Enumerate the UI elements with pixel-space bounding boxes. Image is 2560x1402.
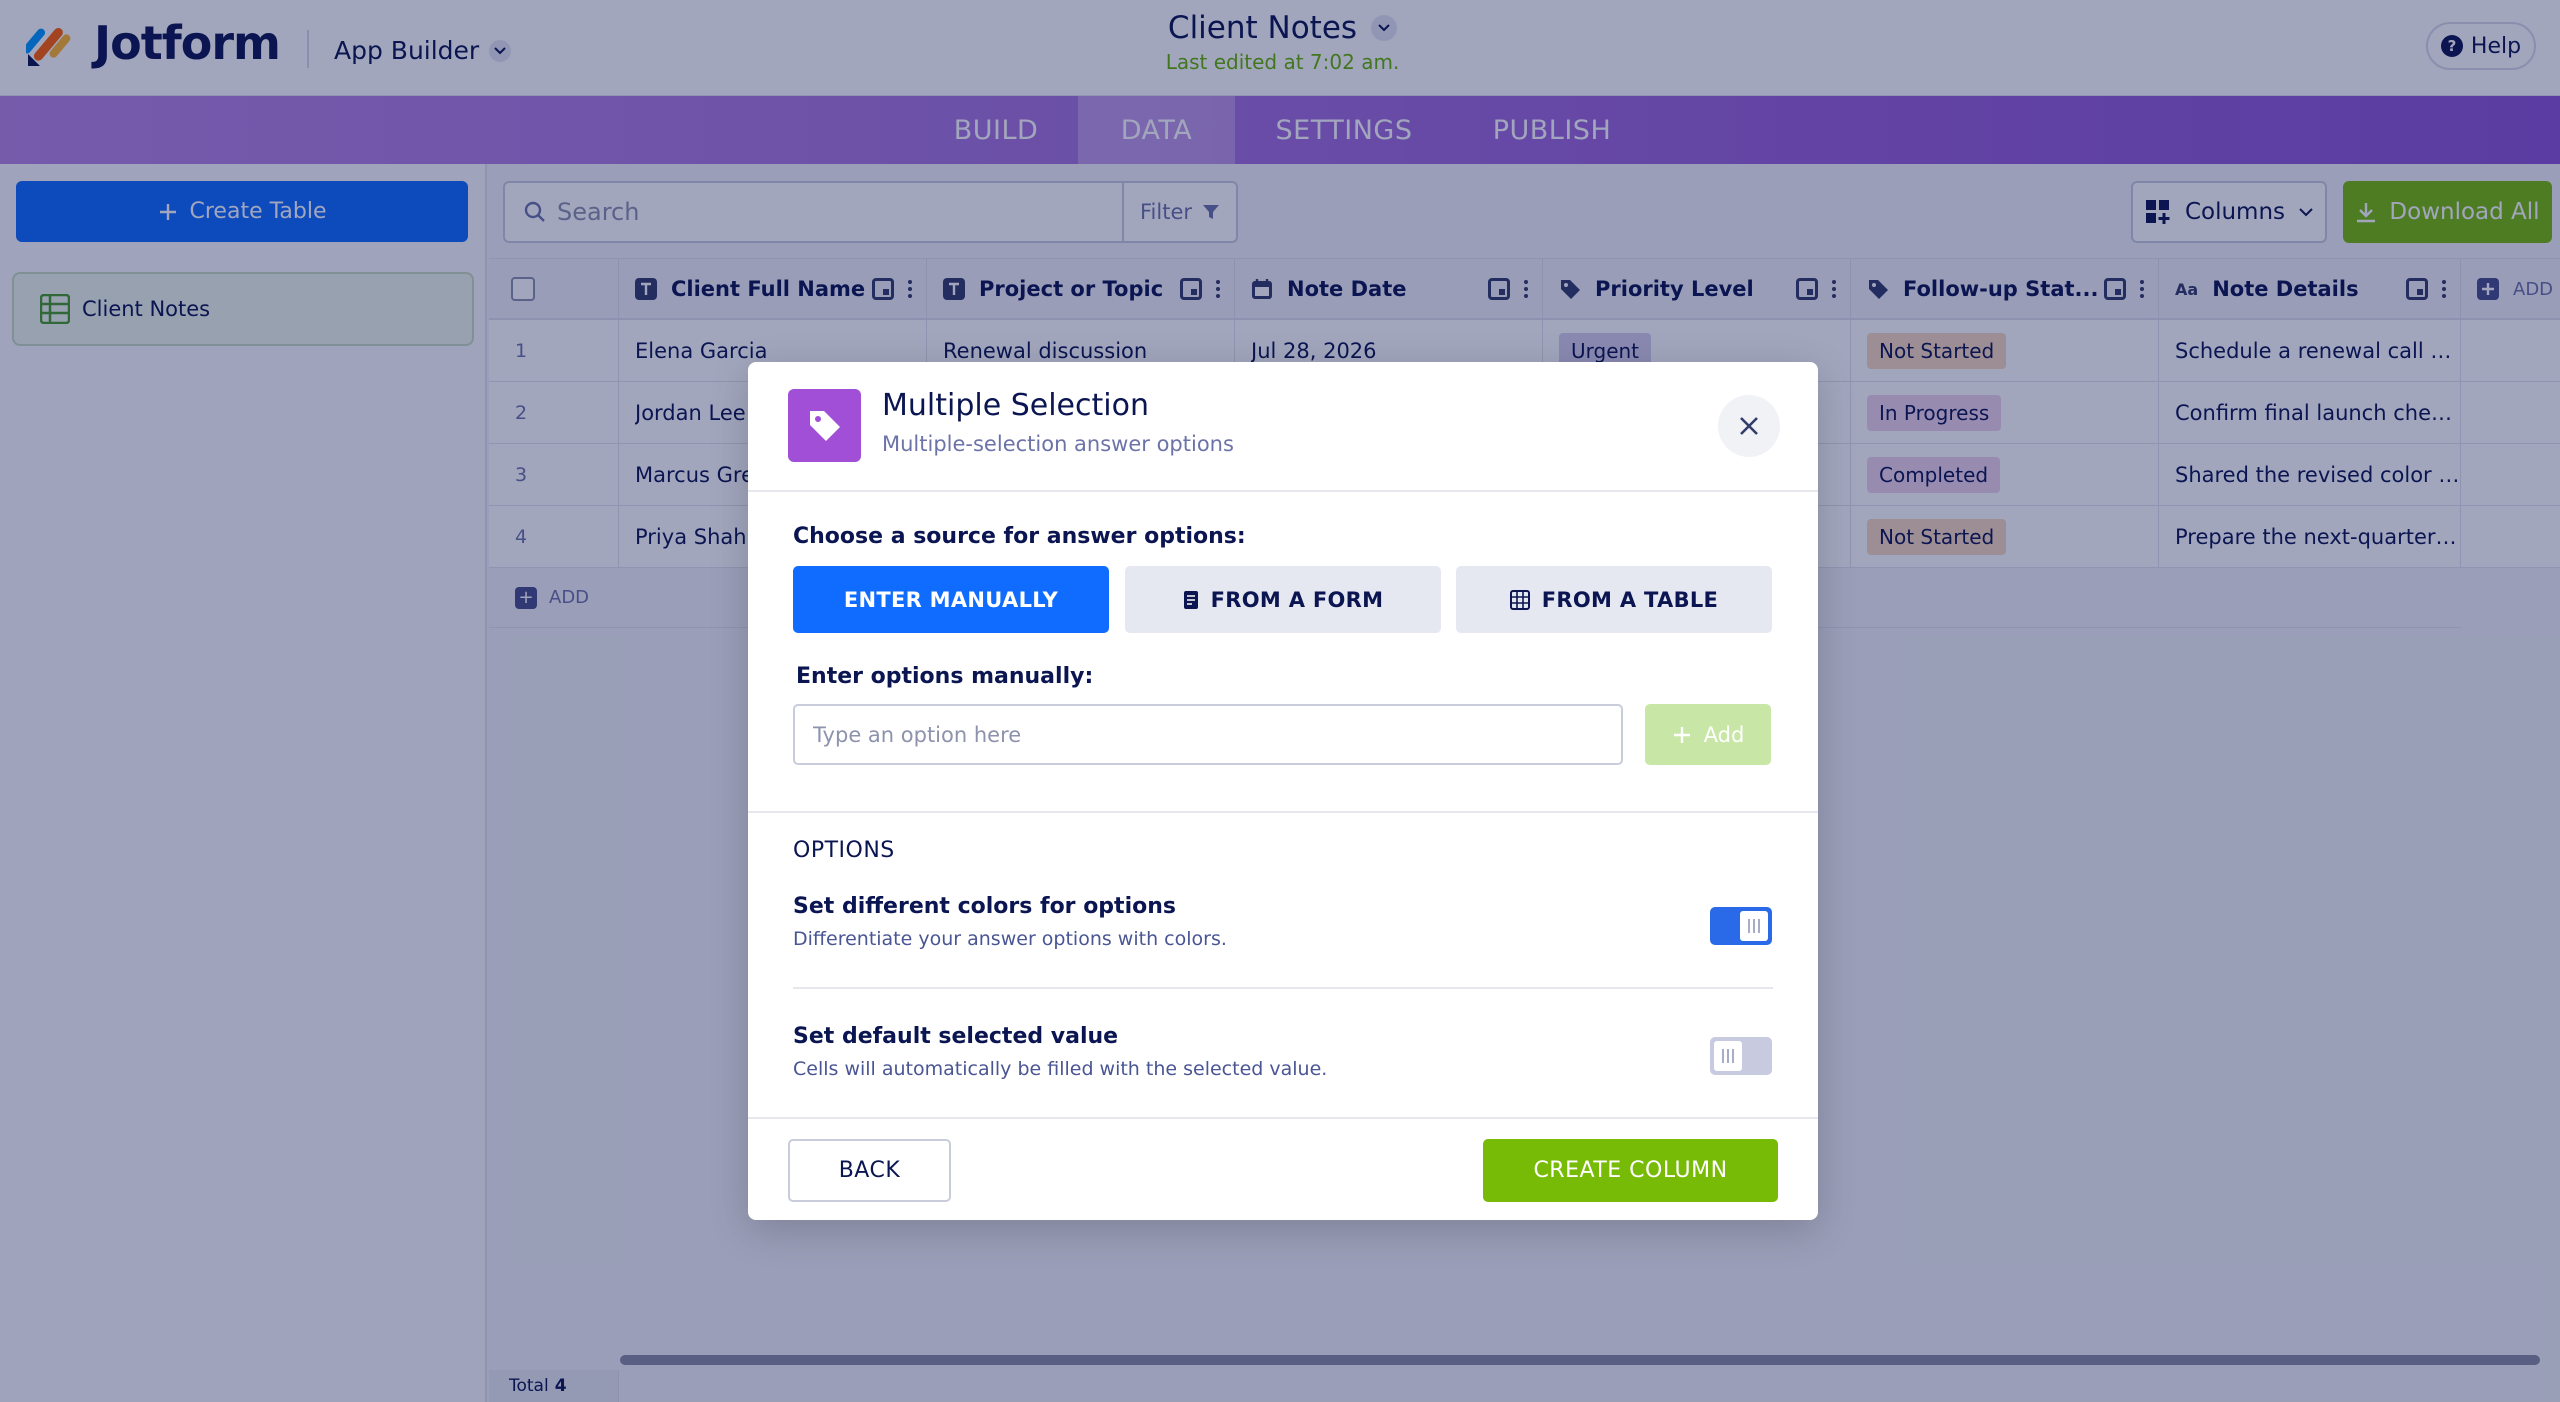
enter-manually-label: ENTER MANUALLY: [843, 587, 1059, 612]
enter-manually-button[interactable]: ENTER MANUALLY: [793, 566, 1109, 633]
back-label: BACK: [838, 1158, 901, 1183]
back-button[interactable]: BACK: [788, 1139, 951, 1202]
from-a-form-button[interactable]: FROM A FORM: [1125, 566, 1441, 633]
dialog-footer: BACK CREATE COLUMN: [748, 1117, 1818, 1220]
toggle-knob: [1740, 911, 1768, 941]
setting-colors-desc: Differentiate your answer options with c…: [793, 928, 1227, 950]
create-column-button[interactable]: CREATE COLUMN: [1483, 1139, 1778, 1202]
create-column-label: CREATE COLUMN: [1533, 1158, 1728, 1183]
dialog-title: Multiple Selection: [882, 388, 1149, 423]
plus-icon: [1673, 726, 1690, 743]
close-button[interactable]: [1718, 395, 1780, 457]
source-label: Choose a source for answer options:: [793, 524, 1246, 549]
setting-default-title: Set default selected value: [793, 1024, 1119, 1049]
default-value-toggle[interactable]: [1710, 1037, 1772, 1075]
multiple-selection-dialog: Multiple Selection Multiple-selection an…: [748, 362, 1818, 1220]
dialog-subtitle: Multiple-selection answer options: [882, 432, 1234, 456]
section-divider: [748, 811, 1818, 813]
setting-default-desc: Cells will automatically be filled with …: [793, 1058, 1328, 1080]
setting-colors-title: Set different colors for options: [793, 894, 1176, 919]
table-grid-icon: [1509, 589, 1530, 610]
tag-icon: [788, 389, 861, 462]
manual-options-label: Enter options manually:: [796, 664, 1094, 689]
from-a-table-label: FROM A TABLE: [1541, 587, 1719, 612]
colors-toggle[interactable]: [1710, 907, 1772, 945]
dialog-header: Multiple Selection Multiple-selection an…: [748, 362, 1818, 492]
toggle-knob: [1714, 1041, 1742, 1071]
add-option-label: Add: [1703, 722, 1745, 747]
options-section-title: OPTIONS: [793, 838, 895, 863]
option-input[interactable]: [793, 704, 1623, 765]
setting-divider: [793, 987, 1773, 989]
from-a-form-label: FROM A FORM: [1210, 587, 1384, 612]
add-option-button[interactable]: Add: [1645, 704, 1771, 765]
close-icon: [1740, 417, 1758, 435]
form-icon: [1183, 590, 1198, 609]
from-a-table-button[interactable]: FROM A TABLE: [1456, 566, 1772, 633]
